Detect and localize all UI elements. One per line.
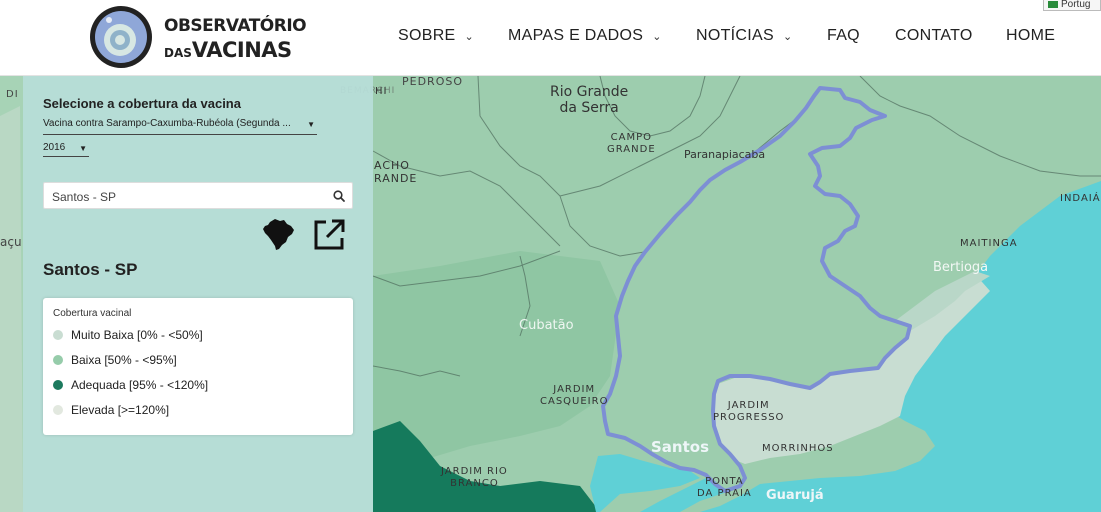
language-label: Portug (1061, 0, 1091, 10)
location-title: Santos - SP (43, 260, 138, 279)
nav-label: NOTÍCIAS (696, 27, 774, 44)
caret-down-icon: ▼ (307, 120, 315, 129)
year-select-value: 2016 (43, 142, 66, 153)
brazil-map-icon[interactable] (260, 216, 296, 252)
legend-item-adequada: Adequada [95% - <120%] (53, 378, 208, 392)
map-label-maitinga: MAITINGA (960, 238, 1018, 249)
map-label-left-fragment: açu (0, 235, 22, 249)
vaccine-logo-icon (90, 6, 152, 68)
logo-line2-small: DAS (164, 46, 192, 60)
logo-line2-main: VACINAS (191, 38, 292, 62)
site-header: OBSERVATÓRIO DASVACINAS SOBRE ⌄ MAPAS E D… (0, 0, 1101, 76)
search-icon[interactable] (332, 189, 346, 203)
nav-noticias[interactable]: NOTÍCIAS ⌄ (696, 24, 827, 48)
legend-label: Elevada [>=120%] (71, 403, 170, 417)
map-label-riacho-grande: ACHO RANDE (374, 159, 418, 185)
year-select[interactable]: 2016 ▼ (43, 142, 89, 157)
caret-down-icon: ▼ (79, 144, 87, 153)
map-label-jardim-casqueiro: JARDIM CASQUEIRO (540, 384, 609, 407)
site-logo[interactable]: OBSERVATÓRIO DASVACINAS (88, 4, 307, 70)
nav-faq[interactable]: FAQ (827, 24, 895, 48)
map-label-jardim-rio-branco: JARDIM RIO BRANCO (441, 466, 508, 489)
map-label-cubatao: Cubatão (519, 318, 574, 333)
legend-item-muito-baixa: Muito Baixa [0% - <50%] (53, 328, 203, 342)
brazil-flag-icon (1048, 0, 1058, 8)
main-nav: SOBRE ⌄ MAPAS E DADOS ⌄ NOTÍCIAS ⌄ FAQ CONT… (398, 24, 1066, 48)
control-panel: Selecione a cobertura da vacina Vacina c… (23, 76, 373, 512)
chevron-down-icon: ⌄ (464, 30, 475, 43)
search-box[interactable] (43, 182, 353, 209)
map-label-di: DI (6, 89, 19, 100)
nav-label: MAPAS E DADOS (508, 27, 644, 44)
nav-label: CONTATO (895, 27, 973, 44)
map-label-pedroso: PEDROSO (402, 76, 463, 88)
legend-title: Cobertura vacinal (53, 308, 132, 319)
legend-label: Adequada [95% - <120%] (71, 378, 209, 392)
chevron-down-icon: ⌄ (782, 30, 793, 43)
nav-label: SOBRE (398, 27, 456, 44)
map-label-paranapiacaba: Paranapiacaba (684, 148, 766, 161)
legend-item-baixa: Baixa [50% - <95%] (53, 353, 177, 367)
nav-sobre[interactable]: SOBRE ⌄ (398, 24, 508, 48)
vaccine-select[interactable]: Vacina contra Sarampo-Caxumba-Rubéola (S… (43, 118, 317, 135)
map-label-morrinhos: MORRINHOS (762, 443, 834, 454)
panel-title: Selecione a cobertura da vacina (43, 96, 241, 111)
nav-label: HOME (1006, 27, 1056, 44)
legend-label: Muito Baixa [0% - <50%] (71, 328, 203, 342)
map-label-hi: HI (375, 86, 388, 97)
map-label-ponta-da-praia: PONTA DA PRAIA (697, 476, 752, 499)
map-label-bertioga: Bertioga (933, 260, 989, 275)
language-selector[interactable]: Portug (1043, 0, 1101, 11)
map-label-jardim-progresso: JARDIM PROGRESSO (713, 400, 785, 423)
nav-label: FAQ (827, 27, 860, 44)
nav-mapas-e-dados[interactable]: MAPAS E DADOS ⌄ (508, 24, 696, 48)
map-label-guaruja: Guarujá (766, 488, 824, 503)
logo-line2: DASVACINAS (164, 38, 292, 62)
nav-contato[interactable]: CONTATO (895, 24, 1006, 48)
external-link-icon[interactable] (312, 218, 346, 252)
search-input[interactable] (52, 188, 322, 205)
coverage-legend: Cobertura vacinal Muito Baixa [0% - <50%… (43, 298, 353, 435)
map-label-rio-grande-da-serra: Rio Grande da Serra (550, 84, 629, 117)
legend-dot-icon (53, 380, 63, 390)
legend-dot-icon (53, 330, 63, 340)
vaccine-select-value: Vacina contra Sarampo-Caxumba-Rubéola (S… (43, 118, 291, 129)
legend-item-elevada: Elevada [>=120%] (53, 403, 169, 417)
map-label-indaia: INDAIÁ (1060, 193, 1101, 204)
legend-dot-icon (53, 405, 63, 415)
legend-label: Baixa [50% - <95%] (71, 353, 177, 367)
map-label-campo-grande: CAMPO GRANDE (607, 132, 656, 155)
chevron-down-icon: ⌄ (652, 30, 662, 43)
legend-dot-icon (53, 355, 63, 365)
nav-home[interactable]: HOME (1006, 24, 1066, 48)
map-label-santos: Santos (651, 438, 710, 456)
logo-line1: OBSERVATÓRIO (164, 16, 307, 36)
